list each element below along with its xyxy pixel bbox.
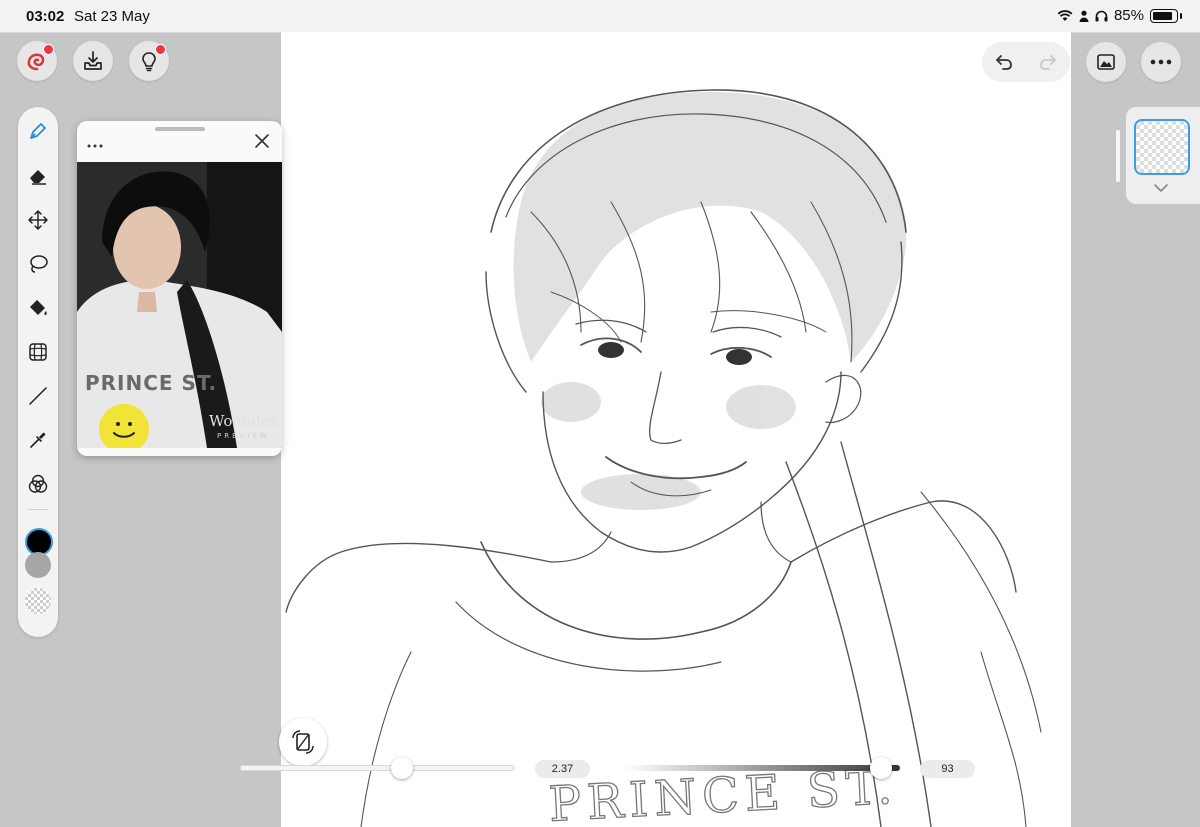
person-icon — [1079, 10, 1089, 22]
paint-bucket-icon — [30, 300, 47, 315]
status-bar: 03:02 Sat 23 May 85% — [0, 0, 1200, 33]
toolbar-divider — [28, 509, 48, 510]
tool-lasso[interactable] — [26, 252, 50, 276]
tool-pen[interactable] — [26, 119, 50, 143]
tool-move[interactable] — [26, 208, 50, 232]
opacity-value: 93 — [920, 760, 975, 778]
eyedropper-icon — [30, 432, 46, 448]
brush-size-slider[interactable] — [240, 765, 515, 771]
sticker-button[interactable] — [99, 404, 149, 448]
clock-time: 03:02 — [26, 8, 65, 25]
tool-line[interactable] — [26, 384, 50, 408]
brush-size-value: 2.37 — [535, 760, 590, 778]
flip-canvas-button[interactable] — [279, 718, 327, 766]
close-icon — [255, 134, 269, 148]
watermark-sub-text: PREVIEW — [217, 432, 270, 440]
layers-panel — [1126, 107, 1200, 204]
blend-circles-icon — [28, 474, 48, 493]
headphones-icon — [1095, 10, 1108, 21]
wifi-icon — [1057, 9, 1073, 21]
smiley-icon — [113, 422, 135, 438]
battery-icon — [1150, 8, 1182, 23]
layers-scroll-indicator[interactable] — [1116, 130, 1120, 182]
export-button[interactable] — [73, 41, 113, 81]
battery-percent: 85% — [1113, 7, 1144, 24]
reference-panel[interactable]: PRINCE ST. Woonder. PREVIEW — [77, 121, 282, 456]
move-arrows-icon — [28, 210, 48, 230]
layers-expand-button[interactable] — [1154, 179, 1170, 192]
gallery-button[interactable] — [1086, 42, 1126, 82]
ellipsis-icon — [1150, 59, 1172, 65]
grid-warp-icon — [29, 343, 47, 361]
notification-badge — [43, 44, 54, 55]
battery-fill — [1153, 11, 1172, 20]
flip-canvas-icon — [292, 730, 314, 754]
shirt-text: PRINCE ST. — [85, 371, 217, 395]
opacity-knob[interactable] — [869, 757, 892, 779]
drawing-canvas[interactable]: PRINCE ST. — [281, 32, 1071, 827]
undo-arrow-icon — [996, 55, 1012, 70]
redo-arrow-icon — [1040, 55, 1056, 70]
lasso-icon — [30, 255, 48, 273]
reference-close-button[interactable] — [254, 133, 270, 149]
tool-palette — [18, 107, 58, 637]
pen-nib-icon — [30, 123, 46, 139]
opacity-slider[interactable] — [625, 765, 900, 771]
chevron-down-icon — [1154, 184, 1168, 192]
brand-menu-button[interactable] — [17, 41, 57, 81]
eraser-icon — [30, 170, 46, 185]
layer-thumbnail[interactable] — [1134, 119, 1190, 175]
undo-redo-group — [982, 42, 1070, 82]
undo-button[interactable] — [989, 47, 1019, 77]
tool-eraser[interactable] — [26, 164, 50, 188]
more-button[interactable] — [1141, 42, 1181, 82]
transparent-color-swatch[interactable] — [25, 588, 51, 614]
tool-blend[interactable] — [26, 472, 50, 496]
tips-button[interactable] — [129, 41, 169, 81]
download-tray-icon — [84, 51, 102, 70]
drag-handle[interactable] — [155, 127, 205, 131]
watermark-text: Woonder. — [209, 412, 280, 430]
redo-button[interactable] — [1033, 47, 1063, 77]
ellipsis-icon — [87, 144, 103, 148]
pencil-sketch: PRINCE ST. — [285, 89, 1042, 827]
tool-fill[interactable] — [26, 296, 50, 320]
tool-transform[interactable] — [26, 340, 50, 364]
status-indicators: 85% — [1057, 7, 1182, 24]
reference-menu-button[interactable] — [87, 135, 107, 148]
reference-photo: PRINCE ST. Woonder. PREVIEW — [77, 162, 282, 448]
clock-date: Sat 23 May — [74, 8, 150, 25]
line-icon — [29, 387, 47, 405]
notification-badge — [155, 44, 166, 55]
tool-eyedropper[interactable] — [26, 428, 50, 452]
secondary-color-swatch[interactable] — [25, 552, 51, 578]
image-icon — [1097, 54, 1115, 70]
